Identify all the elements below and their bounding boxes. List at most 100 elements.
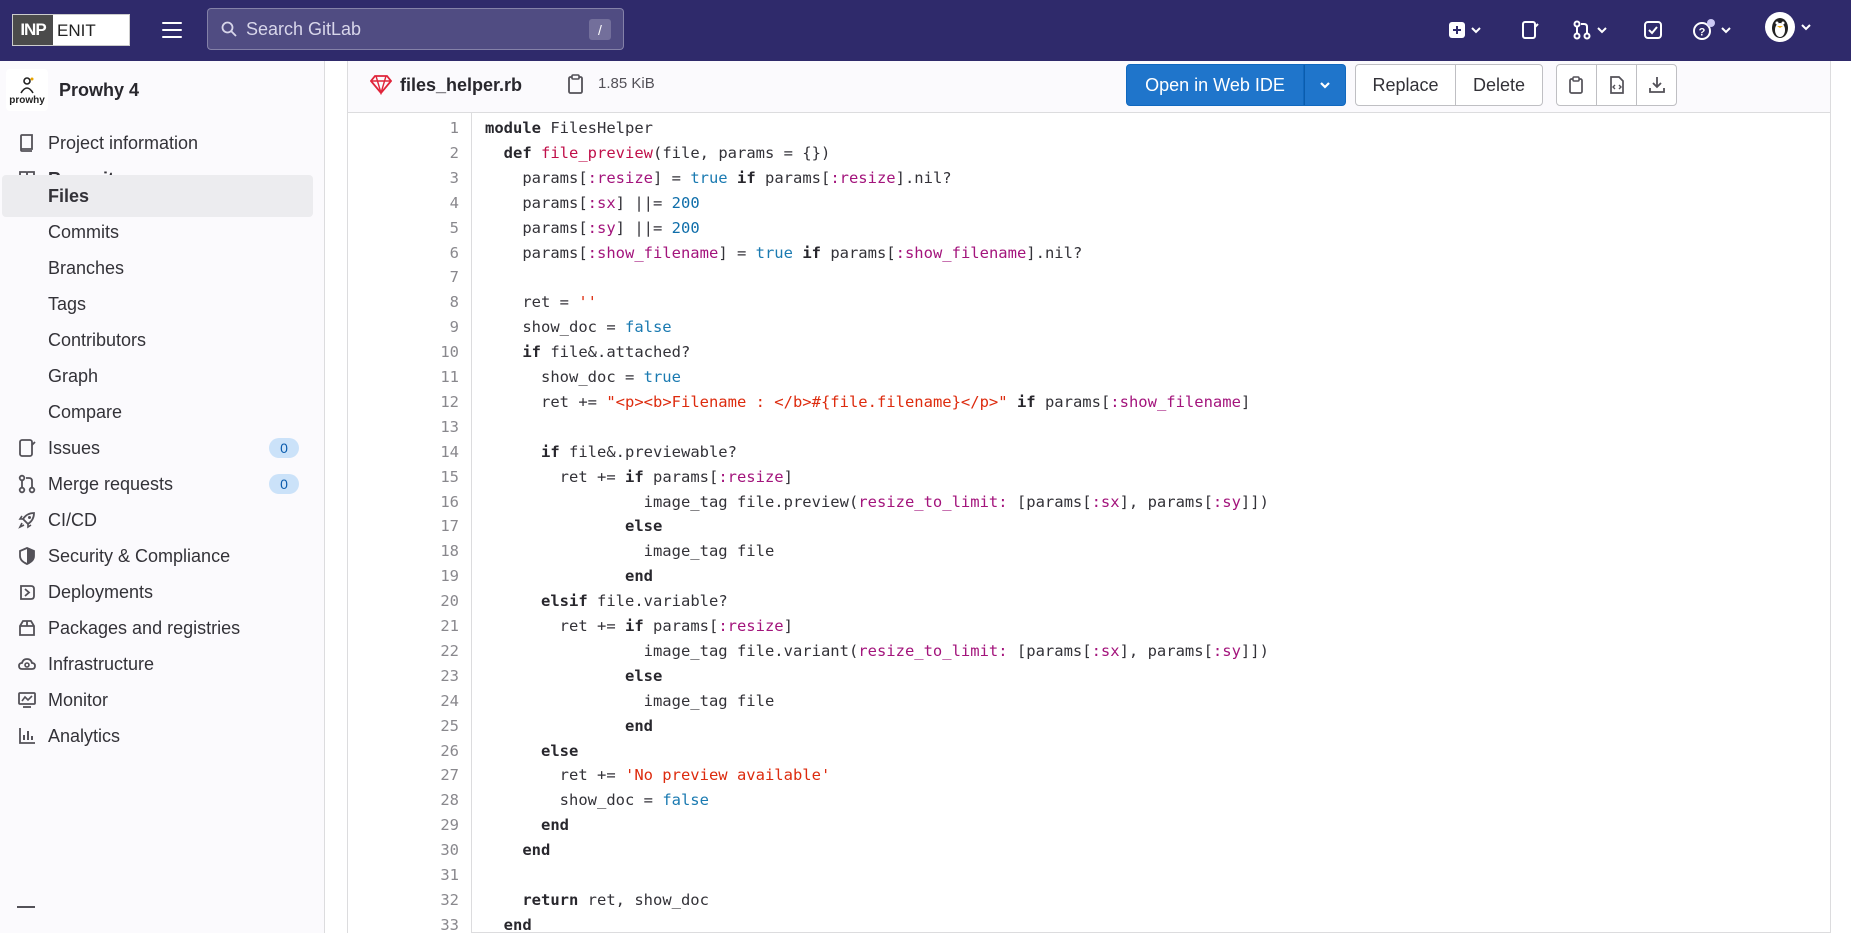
main-content: files_helper.rb 1.85 KiB Open in Web IDE… [326,61,1851,933]
chevron-down-icon [1721,27,1731,34]
line-number[interactable]: 1 [399,116,459,141]
project-avatar: prowhy [6,69,48,111]
line-number[interactable]: 24 [399,689,459,714]
line-number[interactable]: 23 [399,664,459,689]
plus-square-icon [1449,22,1465,38]
code-line: else [624,666,663,685]
line-number[interactable]: 19 [399,564,459,589]
line-number-gutter: 1 2 3 4 5 6 7 8 9 10 11 12 13 14 15 16 17 18 19 20 21 22 23 24 2… [348,113,472,933]
project-header[interactable]: prowhy Prowhy 4 [0,61,324,119]
line-number[interactable]: 13 [399,415,459,440]
search-placeholder: Search GitLab [246,18,362,39]
line-number[interactable]: 30 [399,838,459,863]
line-number[interactable]: 14 [399,440,459,465]
todos-shortcut[interactable] [1643,16,1663,44]
code-line: def file_preview(file, params = {}) [503,143,831,162]
code-line: else [541,741,579,760]
project-sidebar: prowhy Prowhy 4 Project information Repo… [0,61,325,933]
line-number[interactable]: 25 [399,714,459,739]
replace-button[interactable]: Replace [1355,64,1456,106]
issues-icon [19,439,36,457]
line-number[interactable]: 16 [399,490,459,515]
line-number[interactable]: 9 [399,315,459,340]
file-name: files_helper.rb [400,75,523,95]
sidebar-item-partial-icon [17,906,35,912]
info-book-icon [20,134,33,152]
rocket-icon [18,512,35,529]
doc-code-icon [1609,76,1624,94]
download-icon [1648,77,1665,93]
create-new-dropdown[interactable] [1448,16,1482,44]
issues-shortcut[interactable] [1520,16,1540,44]
line-number[interactable]: 20 [399,589,459,614]
line-number[interactable]: 8 [399,290,459,315]
line-number[interactable]: 6 [399,241,459,266]
line-number[interactable]: 2 [399,141,459,166]
ruby-file-icon [370,75,392,95]
code-line: params[:resize] = true if params[:resize… [485,168,952,187]
open-in-web-ide-button[interactable]: Open in Web IDE [1126,64,1304,106]
code-line: end [624,567,653,586]
code-line: elsif file.variable? [541,592,728,611]
merge-request-icon [1573,20,1591,40]
code-line: end [541,816,569,835]
line-number[interactable]: 29 [399,813,459,838]
line-number[interactable]: 22 [399,639,459,664]
line-number[interactable]: 32 [399,888,459,913]
help-dropdown[interactable]: ? [1692,16,1732,44]
open-raw-button[interactable] [1596,64,1637,106]
issues-count-badge: 0 [269,438,299,458]
sidebar-item-label: Packages and registries [48,618,241,638]
search-input[interactable]: Search GitLab / [207,8,624,50]
sidebar-item-label: Tags [48,294,87,314]
code-line: ret += if params[:resize] [485,467,793,486]
code-line: ret += "<p><b>Filename : </b>#{file.file… [485,392,1251,411]
code-line: image_tag file [485,542,775,561]
sidebar-item-label: Security & Compliance [48,546,231,566]
svg-text:?: ? [1699,27,1706,39]
line-number[interactable]: 10 [399,340,459,365]
chevron-down-icon [1320,82,1330,89]
line-number[interactable]: 15 [399,465,459,490]
code-line: if file&.attached? [522,343,691,362]
line-number[interactable]: 18 [399,539,459,564]
line-number[interactable]: 12 [399,390,459,415]
inp-enit-logo[interactable]: INP ENIT [12,14,130,46]
sidebar-item-label: Compare [48,402,123,422]
monitor-icon [18,692,36,708]
line-number[interactable]: 3 [399,166,459,191]
deployments-icon [20,585,35,600]
search-icon [221,21,237,37]
code-line: ret = '' [485,293,597,312]
line-number[interactable]: 28 [399,788,459,813]
copy-file-contents-button[interactable] [1556,64,1597,106]
merge-requests-dropdown[interactable] [1572,16,1608,44]
line-number[interactable]: 21 [399,614,459,639]
code-line: params[:sx] ||= 200 [485,193,700,212]
line-number[interactable]: 11 [399,365,459,390]
line-number[interactable]: 33 [399,913,459,933]
menu-hamburger-icon[interactable] [160,19,184,41]
user-menu-dropdown[interactable] [1764,12,1812,42]
sidebar-item-label: Monitor [48,690,109,710]
line-number[interactable]: 4 [399,191,459,216]
sidebar-item-analytics[interactable]: Analytics [0,715,313,757]
line-number[interactable]: 7 [399,265,459,290]
sidebar-item-label: Contributors [48,330,147,350]
line-number[interactable]: 26 [399,739,459,764]
download-button[interactable] [1636,64,1677,106]
sidebar-item-label: Project information [48,133,199,153]
line-number[interactable]: 17 [399,514,459,539]
line-number[interactable]: 5 [399,216,459,241]
web-ide-options-dropdown[interactable] [1304,64,1346,106]
sidebar-item-label: Graph [48,366,99,386]
prowhy-logo-icon [20,76,34,93]
copy-file-path-icon[interactable] [566,73,586,95]
project-name: Prowhy 4 [59,80,140,100]
line-number[interactable]: 31 [399,863,459,888]
code-view: 1 2 3 4 5 6 7 8 9 10 11 12 13 14 15 16 17 18 19 20 21 22 23 24 2… [348,113,1830,933]
sidebar-item-label: CI/CD [48,510,97,530]
delete-button[interactable]: Delete [1455,64,1543,106]
line-number[interactable]: 27 [399,763,459,788]
shield-icon [19,547,35,565]
